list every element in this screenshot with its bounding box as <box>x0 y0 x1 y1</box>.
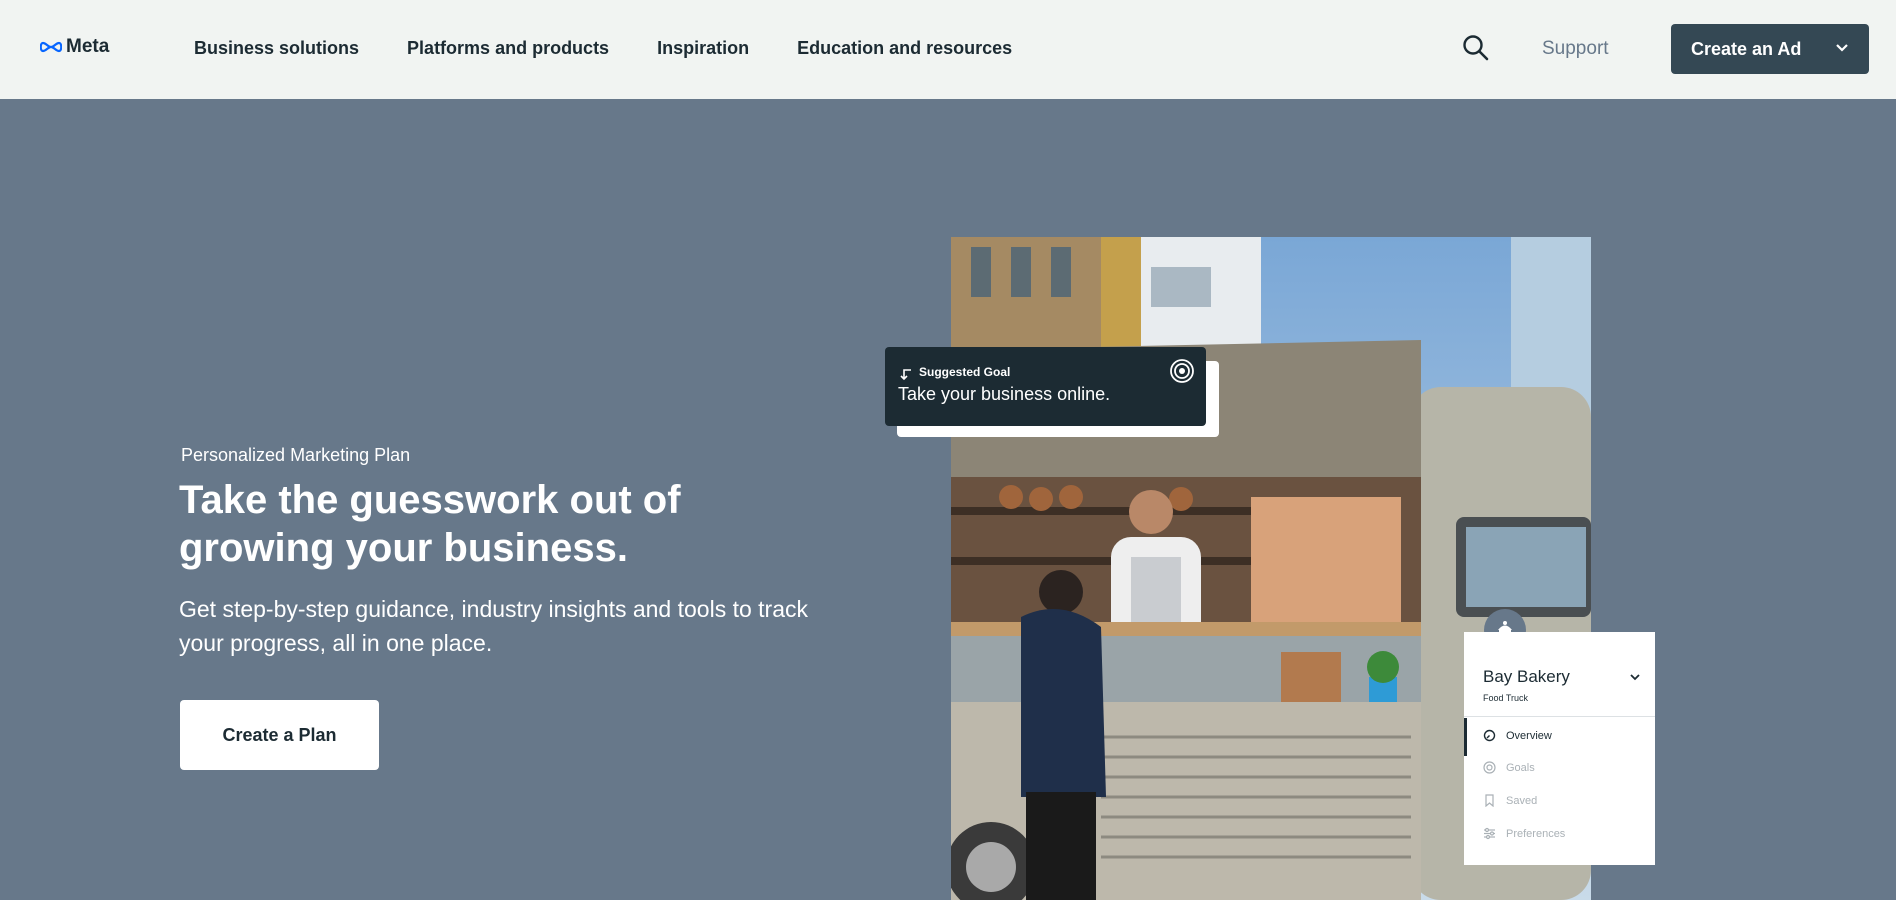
target-icon <box>1483 761 1496 774</box>
active-indicator <box>1464 718 1467 756</box>
business-type: Food Truck <box>1483 693 1529 703</box>
create-an-ad-label: Create an Ad <box>1691 38 1802 59</box>
sliders-icon <box>1484 827 1495 840</box>
menu-item-goals[interactable]: Goals <box>1483 761 1535 774</box>
bookmark-icon <box>1485 794 1494 807</box>
suggested-goal-text: Take your business online. <box>898 384 1111 404</box>
main-nav: Business solutions Platforms and product… <box>194 38 1012 59</box>
create-a-plan-button[interactable]: Create a Plan <box>180 700 379 770</box>
business-name: Bay Bakery <box>1483 667 1570 686</box>
menu-item-overview[interactable]: Overview <box>1483 729 1552 742</box>
search-icon[interactable] <box>1462 34 1490 67</box>
chevron-down-icon[interactable] <box>1835 41 1849 55</box>
menu-item-saved[interactable]: Saved <box>1483 794 1537 807</box>
overview-icon <box>1483 729 1496 742</box>
hero-eyebrow: Personalized Marketing Plan <box>181 445 411 465</box>
menu-label: Goals <box>1506 761 1535 774</box>
nav-platforms-and-products[interactable]: Platforms and products <box>407 38 609 59</box>
menu-label: Overview <box>1506 729 1552 742</box>
meta-logo[interactable]: Meta <box>40 36 109 58</box>
suggested-goal-card: Suggested Goal Take your business online… <box>885 347 1206 426</box>
goal-arrow-icon <box>900 369 911 381</box>
card-divider <box>1464 716 1655 717</box>
nav-inspiration[interactable]: Inspiration <box>657 38 749 59</box>
target-icon <box>1170 359 1194 383</box>
hero-title: Take the guesswork out of growing your b… <box>179 478 681 570</box>
meta-infinity-icon <box>40 41 62 53</box>
top-navigation-bar: Meta Business solutions Platforms and pr… <box>0 0 1896 99</box>
support-link[interactable]: Support <box>1542 38 1609 60</box>
menu-label: Preferences <box>1506 827 1566 840</box>
chevron-down-icon[interactable] <box>1629 671 1641 683</box>
create-a-plan-label: Create a Plan <box>222 724 337 745</box>
suggested-goal-label: Suggested Goal <box>919 365 1011 379</box>
menu-item-preferences[interactable]: Preferences <box>1483 827 1565 840</box>
logo-text: Meta <box>66 36 110 57</box>
business-card: Bay Bakery Food Truck Overview Goals Sav… <box>1464 632 1655 865</box>
hero-subtitle: Get step-by-step guidance, industry insi… <box>179 596 808 656</box>
nav-education-and-resources[interactable]: Education and resources <box>797 38 1012 59</box>
nav-business-solutions[interactable]: Business solutions <box>194 38 359 59</box>
menu-label: Saved <box>1506 794 1538 807</box>
create-an-ad-button[interactable]: Create an Ad <box>1671 24 1869 74</box>
